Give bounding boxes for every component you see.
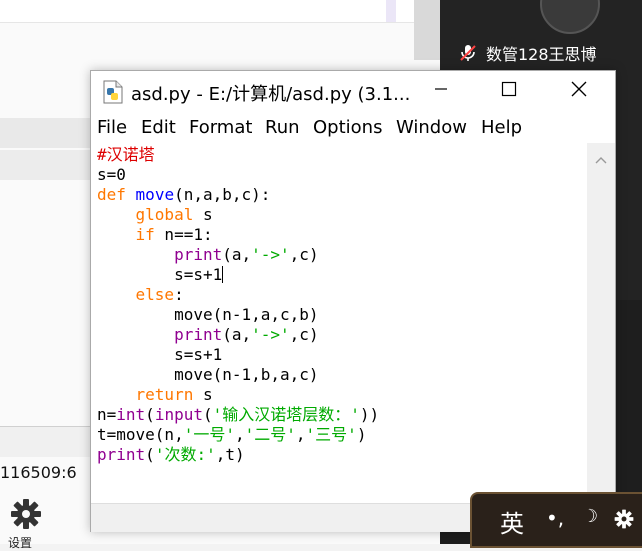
code-line[interactable]: move(n-1,b,a,c) [97, 365, 379, 385]
menu-help[interactable]: Help [481, 117, 522, 138]
maximize-icon [501, 81, 517, 101]
ime-toolbar[interactable]: 英 •, ☽ [470, 492, 642, 548]
code-line[interactable]: s=0 [97, 165, 379, 185]
code-line[interactable]: s=s+1 [97, 345, 379, 365]
code-line[interactable]: return s [97, 385, 379, 405]
menu-file[interactable]: File [97, 117, 127, 138]
title-bar[interactable]: asd.py - E:/计算机/asd.py (3.1... [91, 71, 615, 111]
background-status-area [0, 426, 90, 457]
code-line[interactable]: if n==1: [97, 225, 379, 245]
code-line[interactable]: move(n-1,a,c,b) [97, 305, 379, 325]
code-line[interactable]: print('次数:',t) [97, 445, 379, 465]
python-file-icon [103, 80, 123, 108]
moon-icon[interactable]: ☽ [582, 506, 598, 527]
background-scroll-indicator [386, 0, 396, 22]
background-status-text: 116509:6 [0, 463, 77, 482]
code-line[interactable]: else: [97, 285, 379, 305]
ime-language-toggle[interactable]: 英 [500, 504, 524, 539]
close-icon [570, 80, 588, 102]
menu-run[interactable]: Run [265, 117, 300, 138]
user-name: 数管128王思博 [486, 45, 597, 64]
background-divider [414, 0, 440, 60]
maximize-button[interactable] [489, 77, 529, 105]
menu-format[interactable]: Format [189, 117, 252, 138]
code-line[interactable]: n=int(input('输入汉诺塔层数：')) [97, 405, 379, 425]
code-line[interactable]: print(a,'->',c) [97, 325, 379, 345]
menu-edit[interactable]: Edit [141, 117, 176, 138]
muted-mic-icon [458, 43, 478, 63]
code-line[interactable]: t=move(n,'一号','二号','三号') [97, 425, 379, 445]
minimize-icon [433, 81, 449, 101]
menu-window[interactable]: Window [396, 117, 467, 138]
idle-editor-window[interactable]: asd.py - E:/计算机/asd.py (3.1... File Edit… [90, 70, 616, 532]
settings-label: 设置 [8, 536, 33, 550]
settings-button[interactable]: 设置 [6, 496, 46, 550]
vertical-scrollbar[interactable] [587, 143, 615, 503]
background-top-strip [0, 0, 440, 23]
scroll-up-icon[interactable] [595, 149, 607, 168]
menu-options[interactable]: Options [313, 117, 382, 138]
text-cursor [222, 266, 224, 283]
code-text[interactable]: #汉诺塔 s=0 def move(n,a,b,c): global s if n=… [97, 145, 379, 465]
window-title: asd.py - E:/计算机/asd.py (3.1... [131, 84, 411, 105]
gear-icon[interactable] [614, 509, 634, 533]
code-line[interactable]: s=s+1 [97, 265, 379, 285]
code-line[interactable]: def move(n,a,b,c): [97, 185, 379, 205]
code-editor[interactable]: #汉诺塔 s=0 def move(n,a,b,c): global s if n=… [91, 143, 587, 503]
menu-bar: File Edit Format Run Options Window Help [91, 113, 615, 143]
close-button[interactable] [559, 77, 599, 105]
gear-icon [10, 498, 42, 534]
minimize-button[interactable] [421, 77, 461, 105]
code-line[interactable]: print(a,'->',c) [97, 245, 379, 265]
code-line[interactable]: global s [97, 205, 379, 225]
code-line[interactable]: #汉诺塔 [97, 145, 379, 165]
ime-punctuation-toggle[interactable]: •, [546, 506, 564, 530]
user-row[interactable]: 数管128王思博 [458, 40, 597, 66]
